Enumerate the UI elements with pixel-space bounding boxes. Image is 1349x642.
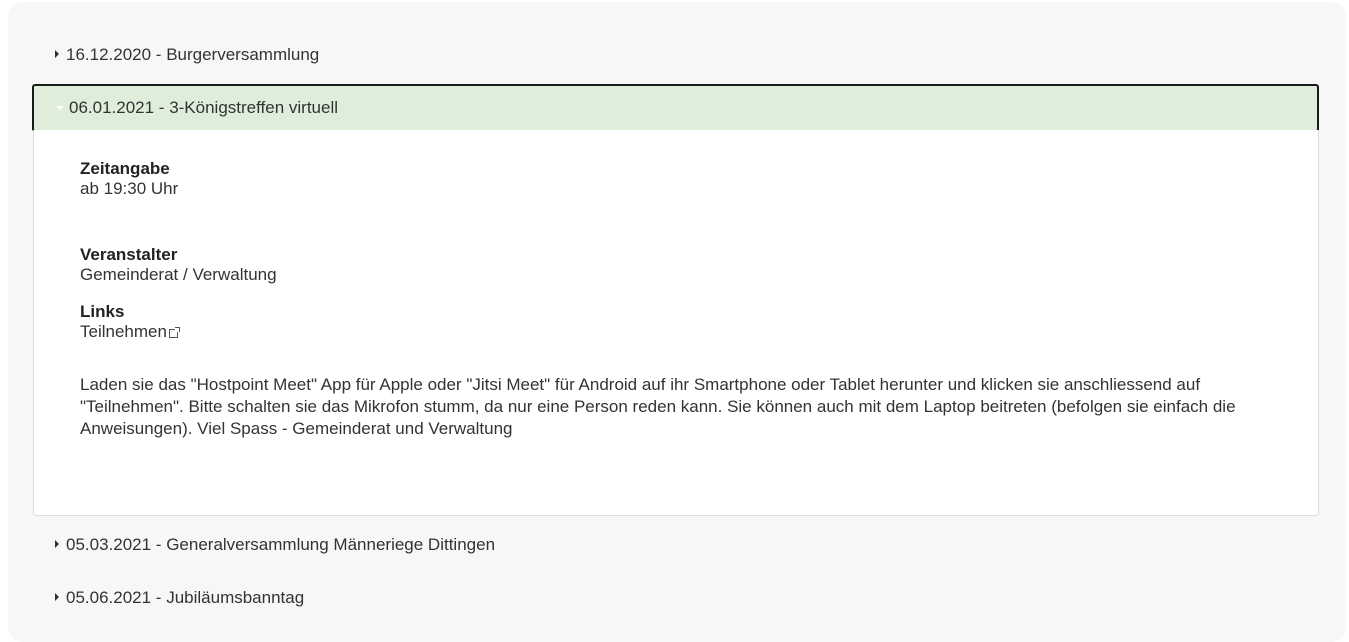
accordion-item-label: 05.06.2021 - Jubiläumsbanntag	[66, 588, 305, 607]
accordion-item-generalversammlung[interactable]: 05.03.2021 - Generalversammlung Männerie…	[55, 535, 495, 555]
external-link-icon	[168, 327, 180, 338]
veranstalter-value: Gemeinderat / Verwaltung	[80, 265, 277, 284]
accordion-item-label: 16.12.2020 - Burgerversammlung	[66, 45, 320, 64]
accordion-item-label: 05.03.2021 - Generalversammlung Männerie…	[66, 535, 496, 554]
veranstalter-field: Veranstalter Gemeinderat / Verwaltung	[80, 245, 277, 285]
caret-right-icon	[55, 592, 59, 601]
zeitangabe-value: ab 19:30 Uhr	[80, 179, 179, 198]
teilnehmen-link[interactable]: Teilnehmen	[80, 322, 167, 341]
event-description: Laden sie das "Hostpoint Meet" App für A…	[80, 375, 1236, 438]
accordion-item-label: 06.01.2021 - 3-Königstreffen virtuell	[69, 98, 339, 117]
links-value-wrap: Teilnehmen	[80, 322, 180, 342]
links-title: Links	[80, 302, 125, 321]
links-field: Links Teilnehmen	[80, 302, 180, 342]
accordion-item-burgerversammlung[interactable]: 16.12.2020 - Burgerversammlung	[55, 45, 319, 65]
zeitangabe-title: Zeitangabe	[80, 159, 170, 178]
accordion-item-details: Zeitangabe ab 19:30 Uhr Veranstalter Gem…	[33, 130, 1319, 516]
accordion-item-koenigstreffen-header[interactable]: 06.01.2021 - 3-Königstreffen virtuell	[32, 84, 1319, 132]
zeitangabe-field: Zeitangabe ab 19:30 Uhr	[80, 159, 178, 199]
caret-right-icon	[55, 539, 59, 548]
caret-right-icon	[55, 49, 59, 58]
veranstalter-title: Veranstalter	[80, 245, 178, 264]
accordion-item-jubilaeumsbanntag[interactable]: 05.06.2021 - Jubiläumsbanntag	[55, 588, 304, 608]
caret-down-icon	[56, 106, 64, 110]
